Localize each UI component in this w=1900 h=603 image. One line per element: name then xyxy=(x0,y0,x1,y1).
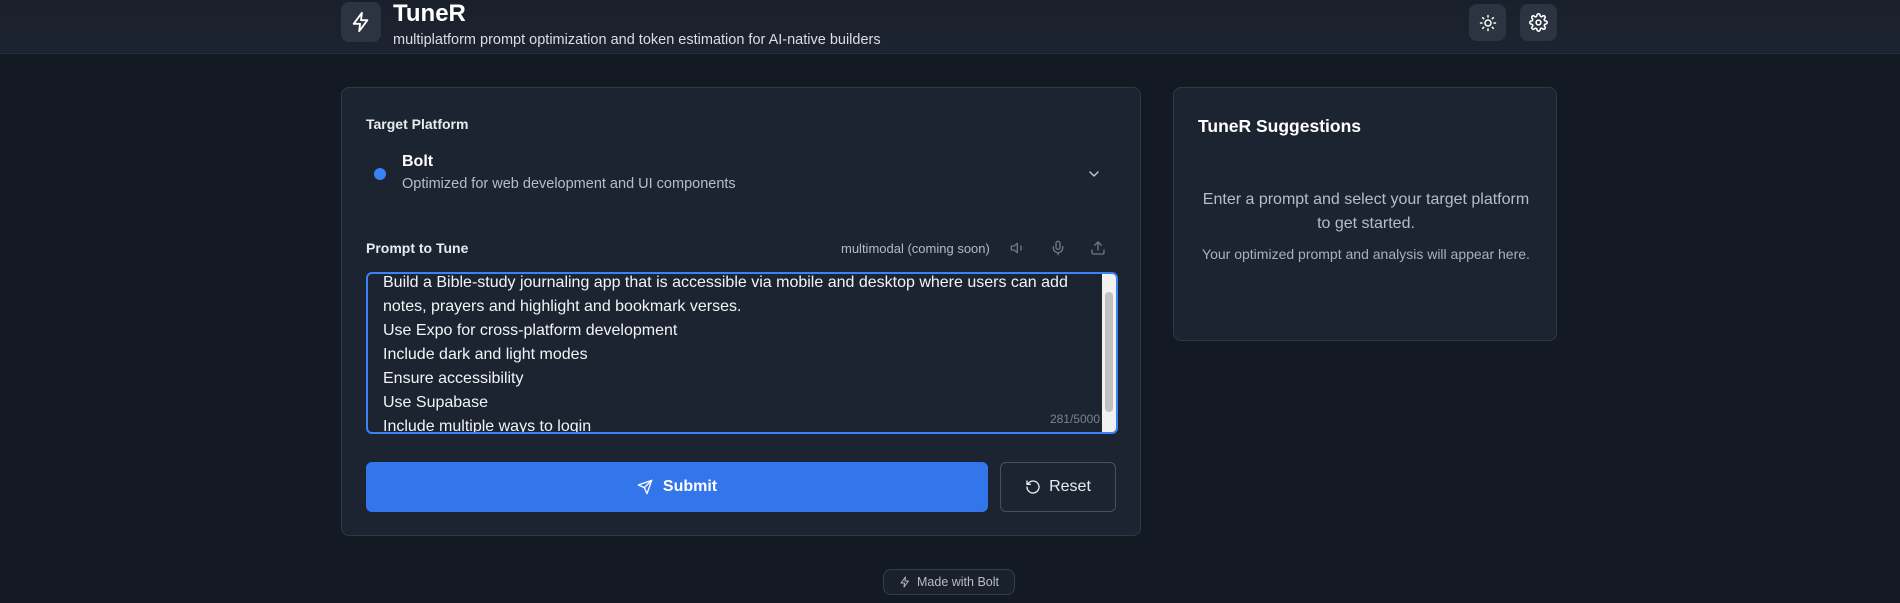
microphone-icon xyxy=(1046,236,1070,260)
settings-button[interactable] xyxy=(1520,4,1557,41)
char-count: 281/5000 xyxy=(1049,412,1100,426)
platform-name: Bolt xyxy=(402,153,434,170)
app-title: TuneR xyxy=(393,0,466,27)
suggestions-message: Enter a prompt and select your target pl… xyxy=(1202,191,1530,232)
prompt-form-card: Target Platform Bolt Optimized for web d… xyxy=(341,87,1141,536)
lightning-bolt-icon xyxy=(341,2,381,42)
suggestions-sub-message: Your optimized prompt and analysis will … xyxy=(1202,246,1530,262)
platform-description: Optimized for web development and UI com… xyxy=(402,176,736,192)
sun-icon xyxy=(1479,14,1497,32)
made-with-bolt-badge[interactable]: Made with Bolt xyxy=(883,569,1015,595)
chevron-down-icon xyxy=(1086,166,1102,182)
prompt-text: Build a Bible-study journaling app that … xyxy=(383,274,1068,434)
lightning-bolt-icon xyxy=(899,576,911,588)
app-subtitle: multiplatform prompt optimization and to… xyxy=(393,32,881,48)
app-header: TuneR multiplatform prompt optimization … xyxy=(0,0,1900,54)
gear-icon xyxy=(1529,13,1548,32)
reset-label: Reset xyxy=(1049,478,1091,495)
scrollbar-thumb[interactable] xyxy=(1105,292,1113,412)
submit-label: Submit xyxy=(662,478,718,495)
reset-button[interactable]: Reset xyxy=(1000,462,1116,512)
suggestions-title: TuneR Suggestions xyxy=(1198,116,1362,136)
upload-icon xyxy=(1086,236,1110,260)
suggestions-card: TuneR Suggestions Enter a prompt and sel… xyxy=(1173,87,1557,341)
reset-icon xyxy=(1025,479,1041,495)
platform-indicator-dot xyxy=(374,168,386,180)
platform-label: Target Platform xyxy=(366,116,469,132)
platform-select[interactable]: Bolt Optimized for web development and U… xyxy=(362,152,1120,200)
prompt-label: Prompt to Tune xyxy=(366,240,469,256)
theme-toggle-button[interactable] xyxy=(1469,4,1506,41)
made-with-label: Made with Bolt xyxy=(917,575,999,589)
speaker-icon xyxy=(1006,236,1030,260)
prompt-textarea[interactable]: Build a Bible-study journaling app that … xyxy=(366,272,1118,434)
multimodal-label: multimodal (coming soon) xyxy=(841,241,990,256)
textarea-scrollbar[interactable] xyxy=(1102,274,1116,432)
submit-button[interactable]: Submit xyxy=(366,462,988,512)
send-icon xyxy=(637,479,653,495)
